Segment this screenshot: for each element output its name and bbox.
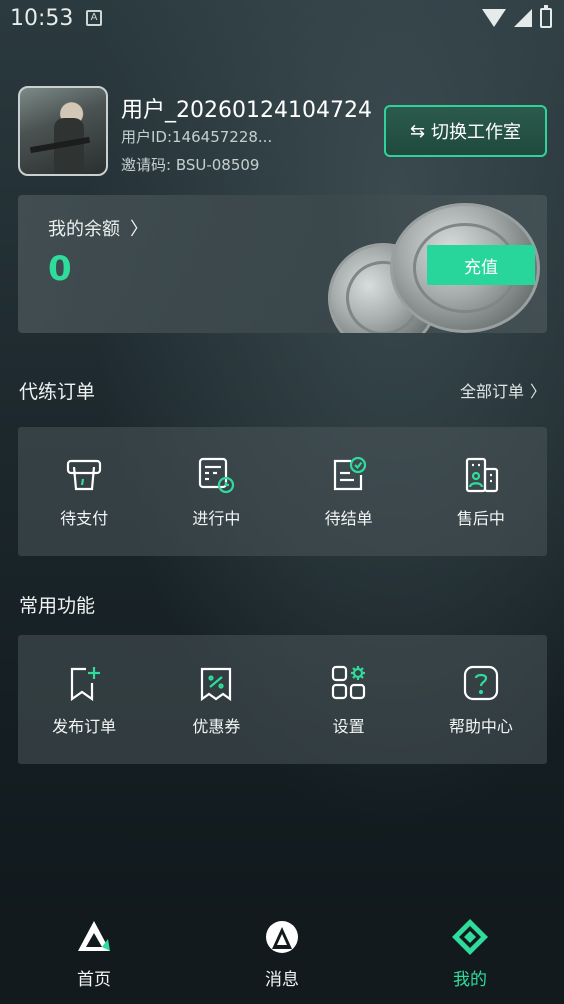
- all-orders-link[interactable]: 全部订单 〉: [460, 378, 546, 402]
- nav-profile[interactable]: 我的: [376, 903, 564, 1004]
- nav-home-label: 首页: [77, 970, 111, 990]
- wifi-icon: [482, 9, 506, 27]
- order-in-progress-label: 进行中: [192, 508, 241, 528]
- calendar-clock-icon: [199, 457, 235, 493]
- order-pending-payment-label: 待支付: [60, 508, 109, 528]
- settings-grid-icon: [331, 665, 365, 699]
- nav-messages-label: 消息: [265, 970, 299, 990]
- help-center-button[interactable]: 帮助中心: [415, 635, 547, 764]
- balance-label: 我的余额: [48, 219, 120, 240]
- balance-value: 0: [48, 249, 72, 289]
- order-pending-payment[interactable]: 待支付: [18, 427, 150, 556]
- bookmark-add-icon: [71, 666, 101, 701]
- status-icons: [482, 5, 552, 28]
- coupon-icon: [201, 667, 232, 701]
- service-building-icon: [465, 457, 498, 492]
- chevron-right-icon: 〉: [529, 382, 546, 401]
- profile-logo-icon: [452, 919, 488, 955]
- coupon-label: 优惠券: [192, 716, 241, 736]
- publish-order-label: 发布订单: [52, 716, 117, 736]
- balance-link[interactable]: 我的余额〉: [48, 215, 148, 241]
- status-time: 10:53: [10, 6, 74, 31]
- order-after-sales[interactable]: 售后中: [415, 427, 547, 556]
- settings-label: 设置: [332, 716, 365, 736]
- chevron-right-icon: 〉: [130, 219, 148, 240]
- all-orders-label: 全部订单: [459, 382, 524, 401]
- order-after-sales-label: 售后中: [456, 508, 505, 528]
- nav-profile-label: 我的: [453, 970, 487, 990]
- message-logo-icon: [266, 921, 298, 953]
- recharge-button[interactable]: 充值: [427, 245, 535, 285]
- nav-messages[interactable]: 消息: [188, 903, 376, 1004]
- username: 用户_20260124104724: [121, 98, 372, 123]
- orders-panel: 待支付 进行中 待结单 售后中: [18, 427, 547, 556]
- help-center-label: 帮助中心: [448, 716, 513, 736]
- wallet-icon: [67, 459, 102, 490]
- publish-order-button[interactable]: 发布订单: [18, 635, 150, 764]
- settings-button[interactable]: 设置: [283, 635, 415, 764]
- avatar[interactable]: [18, 86, 108, 176]
- help-icon: [463, 665, 498, 700]
- order-awaiting-settlement-label: 待结单: [324, 508, 373, 528]
- user-id: 用户ID:146457228...: [121, 128, 273, 146]
- switch-studio-label: 切换工作室: [431, 122, 522, 143]
- coupon-button[interactable]: 优惠券: [150, 635, 282, 764]
- signal-icon: [514, 9, 532, 27]
- battery-icon: [540, 5, 552, 28]
- notification-icon: A: [86, 10, 102, 26]
- order-in-progress[interactable]: 进行中: [150, 427, 282, 556]
- nav-home[interactable]: 首页: [0, 903, 188, 1004]
- bottom-nav: 首页 消息 我的: [0, 903, 564, 1004]
- balance-card: 我的余额〉 0 充值: [18, 195, 547, 333]
- home-logo-icon: [78, 921, 110, 951]
- switch-icon: ⇆: [409, 120, 426, 142]
- invite-code: 邀请码: BSU-08509: [121, 156, 260, 174]
- order-awaiting-settlement[interactable]: 待结单: [283, 427, 415, 556]
- orders-section-title: 代练订单: [19, 381, 96, 403]
- functions-section-title: 常用功能: [19, 595, 96, 617]
- status-bar: 10:53 A: [0, 0, 564, 38]
- functions-panel: 发布订单 优惠券 设置 帮助中心: [18, 635, 547, 764]
- document-check-icon: [333, 456, 366, 490]
- switch-studio-button[interactable]: ⇆ 切换工作室: [384, 105, 547, 157]
